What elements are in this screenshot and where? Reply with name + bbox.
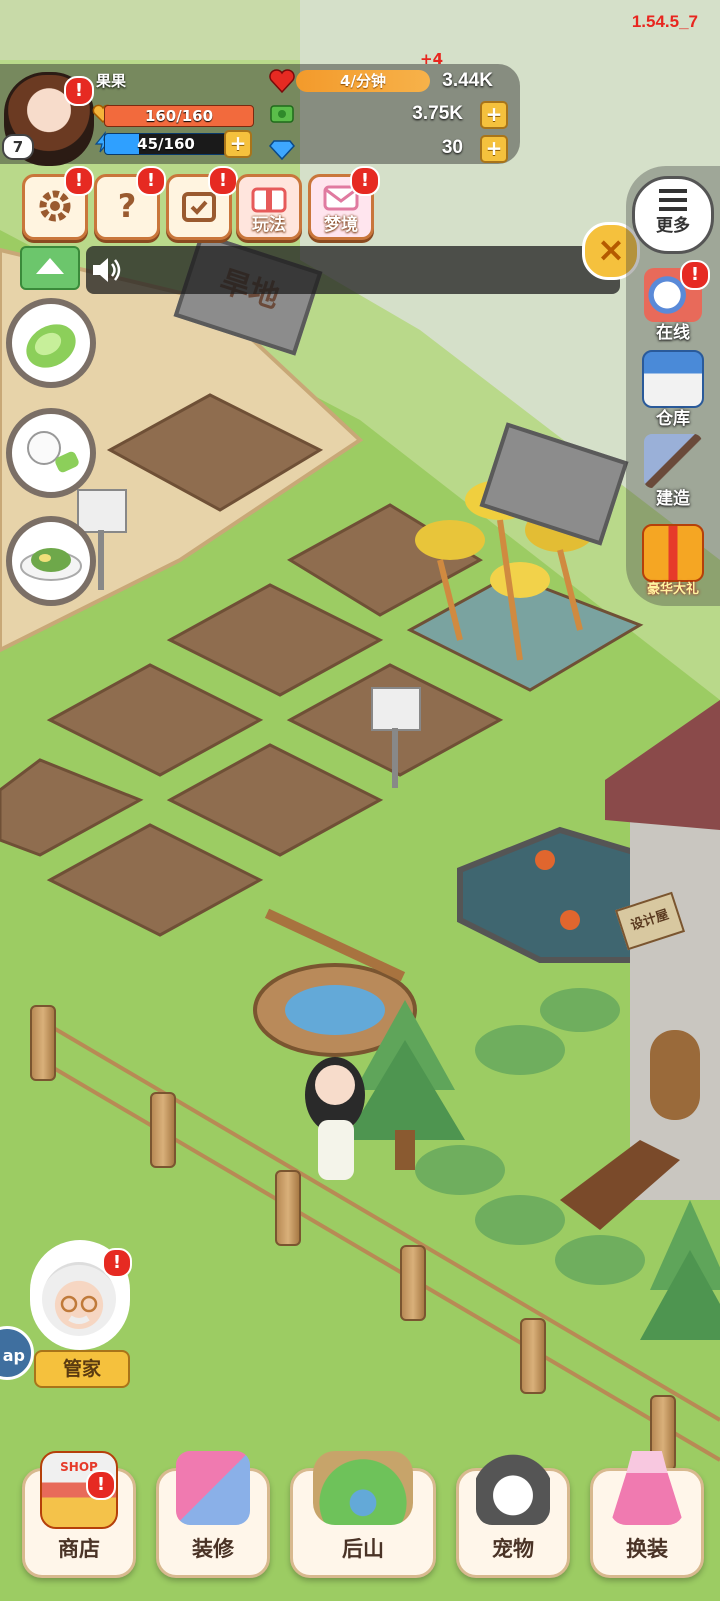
alert-badge: ! <box>64 76 94 106</box>
alert-badge: ! <box>136 166 166 196</box>
add-energy-button[interactable]: + <box>224 130 252 158</box>
warehouse-button[interactable]: 仓库 <box>634 350 712 430</box>
level-badge: 7 <box>2 134 34 160</box>
player-name: 果果 <box>96 72 127 90</box>
heart-rate-bonus: +4 <box>420 50 444 68</box>
shrub <box>475 1025 565 1075</box>
fence-post <box>400 1245 426 1321</box>
glove-harvest-button[interactable] <box>6 408 96 498</box>
fence-post <box>275 1170 301 1246</box>
alert-badge: ! <box>102 1248 132 1278</box>
cash-resource-row: 3.75K + <box>268 101 508 129</box>
warehouse-icon <box>642 350 704 408</box>
dream-label: 梦境 <box>324 215 358 235</box>
more-button[interactable]: 更多 <box>632 176 714 254</box>
cat-icon <box>476 1451 550 1525</box>
diamond-icon <box>269 140 295 161</box>
gameplay-label: 玩法 <box>252 215 286 235</box>
back-mountain-button[interactable]: 后山 <box>290 1451 436 1578</box>
luxury-gift-button[interactable]: 豪华大礼 <box>634 524 712 604</box>
alert-badge: ! <box>208 166 238 196</box>
alert-badge: ! <box>350 166 380 196</box>
version-label: 1.54.5_7 <box>631 12 698 31</box>
dish-icon <box>20 548 82 581</box>
outfit-button[interactable]: 换装 <box>590 1451 704 1578</box>
butler-label[interactable]: 管家 <box>34 1350 130 1388</box>
cash-icon <box>270 105 294 123</box>
decorate-button[interactable]: 装修 <box>156 1451 270 1578</box>
gift-icon <box>251 187 287 213</box>
menu-icon <box>659 189 687 211</box>
heart-rate-bar: 4/分钟 <box>296 70 430 92</box>
gem-count: 30 <box>441 137 463 158</box>
outfit-label: 换装 <box>626 1537 668 1561</box>
heart-icon <box>269 69 295 94</box>
paintbrush-icon <box>176 1451 250 1525</box>
fence-post <box>520 1318 546 1394</box>
build-label: 建造 <box>656 489 690 509</box>
hammer-icon <box>644 434 702 488</box>
more-label: 更多 <box>656 216 690 236</box>
mountain-icon <box>313 1451 413 1525</box>
shrub <box>475 1195 565 1245</box>
dish-recipe-button[interactable] <box>6 516 96 606</box>
collapse-button[interactable] <box>20 246 80 290</box>
gem-resource-row: 30 + <box>268 135 508 163</box>
shrub <box>540 988 620 1032</box>
pet-button[interactable]: 宠物 <box>456 1451 570 1578</box>
alert-badge: ! <box>64 166 94 196</box>
warehouse-label: 仓库 <box>656 409 690 429</box>
cabbage-icon <box>26 324 76 368</box>
cabbage-seed-button[interactable] <box>6 298 96 388</box>
glove-icon <box>27 431 79 473</box>
heart-resource-row: 4/分钟 3.44K <box>268 68 503 94</box>
add-gems-button[interactable]: + <box>480 135 508 163</box>
alert-badge: ! <box>680 260 710 290</box>
heart-count: 3.44K <box>442 70 493 91</box>
fence-post <box>150 1092 176 1168</box>
alert-badge: ! <box>86 1470 116 1500</box>
decorate-label: 装修 <box>192 1537 234 1561</box>
back-mountain-label: 后山 <box>342 1537 384 1561</box>
shop-button[interactable]: SHOP 商店 <box>22 1451 136 1578</box>
cash-count: 3.75K <box>412 103 463 124</box>
announcement-bar <box>86 246 620 294</box>
designer-house-sign-label: 设计屋 <box>628 907 671 934</box>
question-icon: ? <box>117 187 137 225</box>
shop-label: 商店 <box>58 1537 100 1561</box>
pet-label: 宠物 <box>492 1537 534 1561</box>
shrub <box>415 1145 505 1195</box>
add-cash-button[interactable]: + <box>480 101 508 129</box>
online-label: 在线 <box>656 323 690 343</box>
fence-post <box>30 1005 56 1081</box>
hp-bar: 160/160 <box>104 105 254 127</box>
energy-bar: 45/160 <box>104 133 228 155</box>
luxury-gift-label: 豪华大礼 <box>646 582 699 597</box>
speaker-icon <box>93 258 121 282</box>
arrow-up-icon <box>36 258 64 274</box>
gift-box-icon <box>642 524 704 582</box>
shrub <box>555 1235 645 1285</box>
build-button[interactable]: 建造 <box>634 434 712 514</box>
gameplay-button[interactable]: 玩法 <box>236 174 302 240</box>
